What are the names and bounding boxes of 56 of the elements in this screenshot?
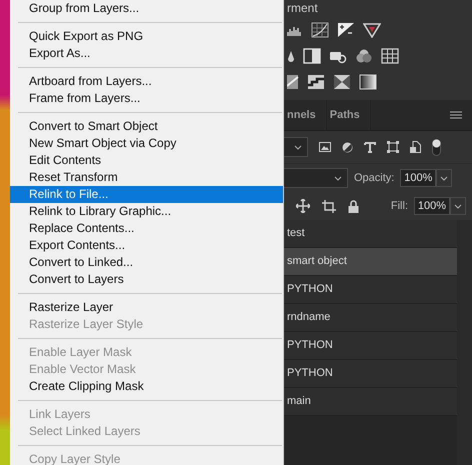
- crop-icon[interactable]: [322, 200, 336, 212]
- menu-item[interactable]: Reset Transform: [10, 169, 283, 186]
- opacity-label: Opacity:: [354, 172, 394, 184]
- menu-item[interactable]: Relink to File...: [10, 186, 283, 203]
- layer-row[interactable]: smart object: [284, 248, 457, 276]
- menu-item[interactable]: Group from Layers...: [10, 0, 283, 17]
- layer-row[interactable]: main: [284, 388, 457, 416]
- toggle-icon[interactable]: [432, 138, 441, 156]
- half-square-icon[interactable]: [303, 48, 321, 64]
- menu-item[interactable]: New Smart Object via Copy: [10, 135, 283, 152]
- layer-row[interactable]: rndname: [284, 304, 457, 332]
- menu-item[interactable]: Create Clipping Mask: [10, 378, 283, 395]
- menu-item[interactable]: Edit Contents: [10, 152, 283, 169]
- dropdown-button[interactable]: [436, 169, 452, 187]
- caret-icon: [334, 176, 342, 180]
- dropdown-button[interactable]: [450, 197, 466, 215]
- menu-item[interactable]: Quick Export as PNG: [10, 28, 283, 45]
- gradient-icon[interactable]: [287, 74, 299, 90]
- curves-icon[interactable]: [311, 22, 329, 38]
- caret-icon: [454, 204, 462, 208]
- menu-item[interactable]: Relink to Library Graphic...: [10, 203, 283, 220]
- type-icon[interactable]: [364, 142, 376, 152]
- menu-item[interactable]: Convert to Linked...: [10, 254, 283, 271]
- grid-icon[interactable]: [381, 48, 399, 64]
- menu-item[interactable]: Frame from Layers...: [10, 90, 283, 107]
- panel-title: rment: [287, 0, 319, 17]
- layer-row[interactable]: test: [284, 220, 457, 248]
- caret-icon: [440, 176, 448, 180]
- droplet-icon[interactable]: [287, 49, 295, 63]
- menu-item[interactable]: Convert to Smart Object: [10, 118, 283, 135]
- menu-icon[interactable]: [450, 111, 462, 119]
- lock-icon[interactable]: [348, 200, 359, 212]
- menu-item[interactable]: Convert to Layers: [10, 271, 283, 288]
- panel-tab[interactable]: Paths: [326, 100, 371, 130]
- menu-item[interactable]: Rasterize Layer: [10, 299, 283, 316]
- half-circle-icon[interactable]: [342, 142, 353, 152]
- menu-item[interactable]: Artboard from Layers...: [10, 73, 283, 90]
- circles-icon[interactable]: [355, 48, 373, 64]
- layer-row[interactable]: PYTHON: [284, 332, 457, 360]
- move-icon[interactable]: [296, 199, 310, 213]
- menu-item[interactable]: Replace Contents...: [10, 220, 283, 237]
- menu-item[interactable]: Export As...: [10, 45, 283, 62]
- image-icon[interactable]: [319, 142, 331, 152]
- layer-row[interactable]: PYTHON: [284, 360, 457, 388]
- menu-item[interactable]: Export Contents...: [10, 237, 283, 254]
- transform-icon[interactable]: [387, 141, 399, 153]
- fill-label: Fill:: [390, 200, 408, 212]
- layer-row[interactable]: PYTHON: [284, 276, 457, 304]
- triangle-icon[interactable]: [363, 22, 381, 38]
- fill-field[interactable]: 100%: [414, 197, 450, 215]
- opacity-field[interactable]: 100%: [400, 169, 436, 187]
- document-icon[interactable]: [410, 141, 421, 153]
- caret-icon: [294, 144, 302, 150]
- posterize-icon[interactable]: [307, 74, 325, 90]
- panel-tab[interactable]: nnels: [284, 100, 327, 130]
- gradient-map-icon[interactable]: [359, 74, 377, 90]
